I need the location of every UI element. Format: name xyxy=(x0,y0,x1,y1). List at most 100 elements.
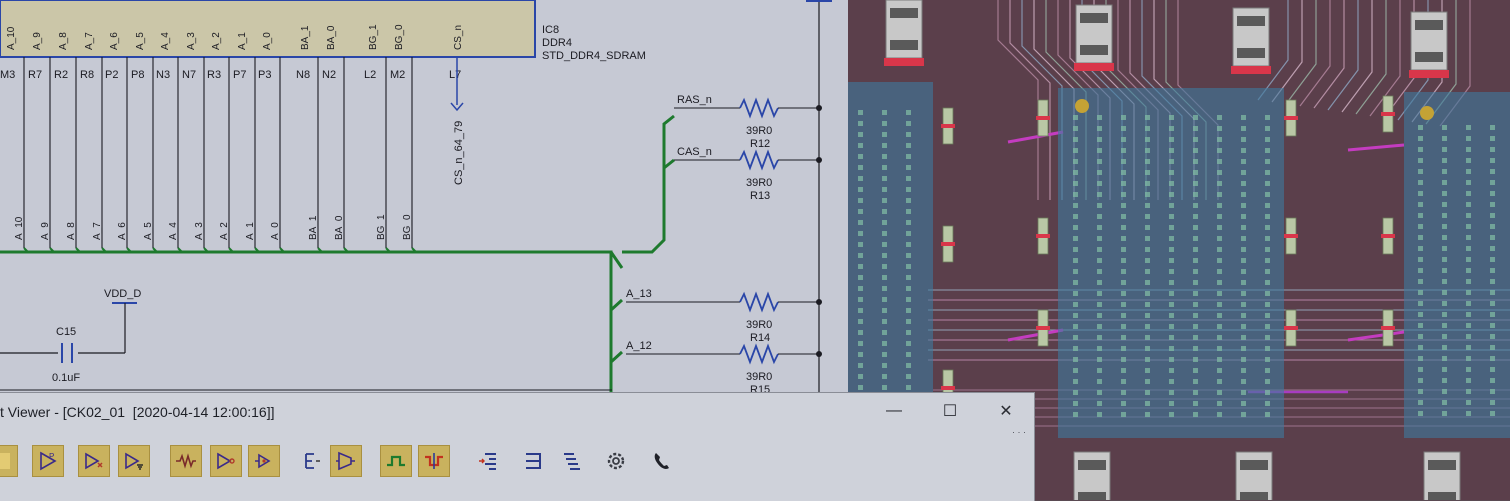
pcb-passive[interactable] xyxy=(1284,217,1298,255)
ic-pin-number: R8 xyxy=(80,69,94,81)
pcb-passive[interactable] xyxy=(1036,217,1050,255)
inverter-icon xyxy=(255,453,271,469)
pcb-trace[interactable] xyxy=(1341,0,1373,113)
inverter-button[interactable] xyxy=(248,445,280,477)
ic-pin-name: A_0 xyxy=(262,32,273,50)
highlight-net-button[interactable]: t xyxy=(0,445,18,477)
ic-part: STD_DDR4_SDRAM xyxy=(542,50,646,62)
pcb-trace[interactable] xyxy=(997,0,1039,200)
pcb-component[interactable] xyxy=(1231,7,1271,74)
resistor-r15[interactable]: A_12 39R0R15 xyxy=(626,340,822,396)
pcb-passive[interactable] xyxy=(1381,95,1395,133)
pcb-component[interactable] xyxy=(1074,4,1114,71)
ic-pin-name: BA_0 xyxy=(326,25,337,50)
pcb-component[interactable] xyxy=(1422,451,1462,500)
pcb-component[interactable] xyxy=(1409,11,1449,78)
viewer-window[interactable]: t Viewer - [CK02_01 [2020-04-14 12:00:16… xyxy=(0,392,1035,501)
pcb-passive[interactable] xyxy=(1284,309,1298,347)
resistor-ref: R12 xyxy=(750,138,770,150)
ic-pin-number: L7 xyxy=(449,69,461,81)
power-label: VDD_D xyxy=(104,288,141,300)
net-trace-green-button[interactable] xyxy=(380,445,412,477)
ic-pin-number: P2 xyxy=(105,69,118,81)
schematic-view[interactable]: A_10 A_9 A_8 A_7 A_6 A_5 A_4 A_3 A_2 A_1 A_0 BA_1 BA… xyxy=(0,0,848,396)
svg-text:P: P xyxy=(49,452,54,461)
align-left-button[interactable] xyxy=(472,445,504,477)
ic-pin-name: A_5 xyxy=(135,32,146,50)
schematic-canvas[interactable]: A_10 A_9 A_8 A_7 A_6 A_5 A_4 A_3 A_2 A_1 A_0 BA_1 BA… xyxy=(0,0,848,396)
pcb-trace[interactable] xyxy=(1271,0,1303,103)
call-icon xyxy=(654,453,669,469)
net-trace-green-icon xyxy=(387,455,405,467)
pcb-trace[interactable] xyxy=(1355,0,1387,115)
pcb-component[interactable] xyxy=(884,0,924,66)
pcb-trace[interactable] xyxy=(1313,0,1345,109)
ic-pin-number: R2 xyxy=(54,69,68,81)
pcb-passive[interactable] xyxy=(1284,99,1298,137)
resistor-value: 39R0 xyxy=(746,371,772,383)
minimize-button[interactable]: — xyxy=(880,399,908,423)
pcb-component[interactable] xyxy=(1072,451,1112,500)
ic-pin-number: P8 xyxy=(131,69,144,81)
ic-pin-name: A_6 xyxy=(109,32,120,50)
bus-line[interactable] xyxy=(0,250,613,392)
ic-type: DDR4 xyxy=(542,37,572,49)
pcb-passive[interactable] xyxy=(941,107,955,145)
edge-icon xyxy=(305,453,320,469)
resistor-button[interactable] xyxy=(170,445,202,477)
pin-ground-icon xyxy=(125,452,143,470)
pcb-component[interactable] xyxy=(1234,451,1274,500)
pcb-trace[interactable] xyxy=(1299,0,1331,107)
pin-driver-icon xyxy=(85,452,103,470)
pcb-passive[interactable] xyxy=(1036,99,1050,137)
maximize-button[interactable]: ☐ xyxy=(936,399,964,423)
pcb-passive[interactable] xyxy=(1036,309,1050,347)
pcb-footprint-right[interactable] xyxy=(1404,92,1510,438)
net-trace-red-button[interactable] xyxy=(418,445,450,477)
pcb-trace[interactable] xyxy=(1327,0,1359,111)
resistor-net-label: A_13 xyxy=(626,288,652,300)
pcb-passive[interactable] xyxy=(1381,217,1395,255)
net-label: A_3 xyxy=(194,222,205,240)
viewer-toolbar: t P xyxy=(0,445,1034,485)
resize-grip[interactable]: · · · xyxy=(1012,427,1026,437)
close-button[interactable]: ✕ xyxy=(992,399,1020,423)
ic-pin-number: M2 xyxy=(390,69,405,81)
resistor-net-label: CAS_n xyxy=(677,146,712,158)
buffer-icon xyxy=(217,452,235,470)
cap-value: 0.1uF xyxy=(52,372,80,384)
net-label: A_7 xyxy=(92,222,103,240)
add-probe-icon: P xyxy=(40,451,57,471)
net-label: A_9 xyxy=(40,222,51,240)
pin-ground-button[interactable] xyxy=(118,445,150,477)
pcb-trace-highlight[interactable] xyxy=(1007,130,1064,144)
edge-button[interactable] xyxy=(296,445,328,477)
buffer-button[interactable] xyxy=(210,445,242,477)
net-label: A_2 xyxy=(219,222,230,240)
net-label: BA_1 xyxy=(308,215,319,240)
add-probe-button[interactable]: P xyxy=(32,445,64,477)
pcb-passive[interactable] xyxy=(1381,309,1395,347)
pcb-trace[interactable] xyxy=(1285,0,1317,105)
settings-icon xyxy=(607,452,625,470)
list-button[interactable] xyxy=(556,445,588,477)
ic-pin-name: A_7 xyxy=(84,32,95,50)
pcb-passive[interactable] xyxy=(941,225,955,263)
resistor-r14[interactable]: A_13 39R0R14 xyxy=(626,288,822,344)
resistor-r12[interactable]: RAS_n 39R0R12 xyxy=(674,94,822,150)
viewer-titlebar[interactable]: t Viewer - [CK02_01 [2020-04-14 12:00:16… xyxy=(0,393,1034,437)
mux-button[interactable] xyxy=(330,445,362,477)
settings-button[interactable] xyxy=(600,445,632,477)
viewer-title: t Viewer - [CK02_01 [2020-04-14 12:00:16… xyxy=(0,404,275,420)
ic-pin-number: N8 xyxy=(296,69,310,81)
resistor-value: 39R0 xyxy=(746,319,772,331)
ic-pin-name: A_8 xyxy=(58,32,69,50)
ic-pin-name: BG_1 xyxy=(368,24,379,50)
align-right-button[interactable] xyxy=(518,445,550,477)
resistor-r13[interactable]: CAS_n 39R0R13 xyxy=(674,146,822,202)
call-button[interactable] xyxy=(646,445,678,477)
pin-driver-button[interactable] xyxy=(78,445,110,477)
ic-pin-name: BA_1 xyxy=(300,25,311,50)
resistor-value: 39R0 xyxy=(746,177,772,189)
ic-pin-name: BG_0 xyxy=(394,24,405,50)
